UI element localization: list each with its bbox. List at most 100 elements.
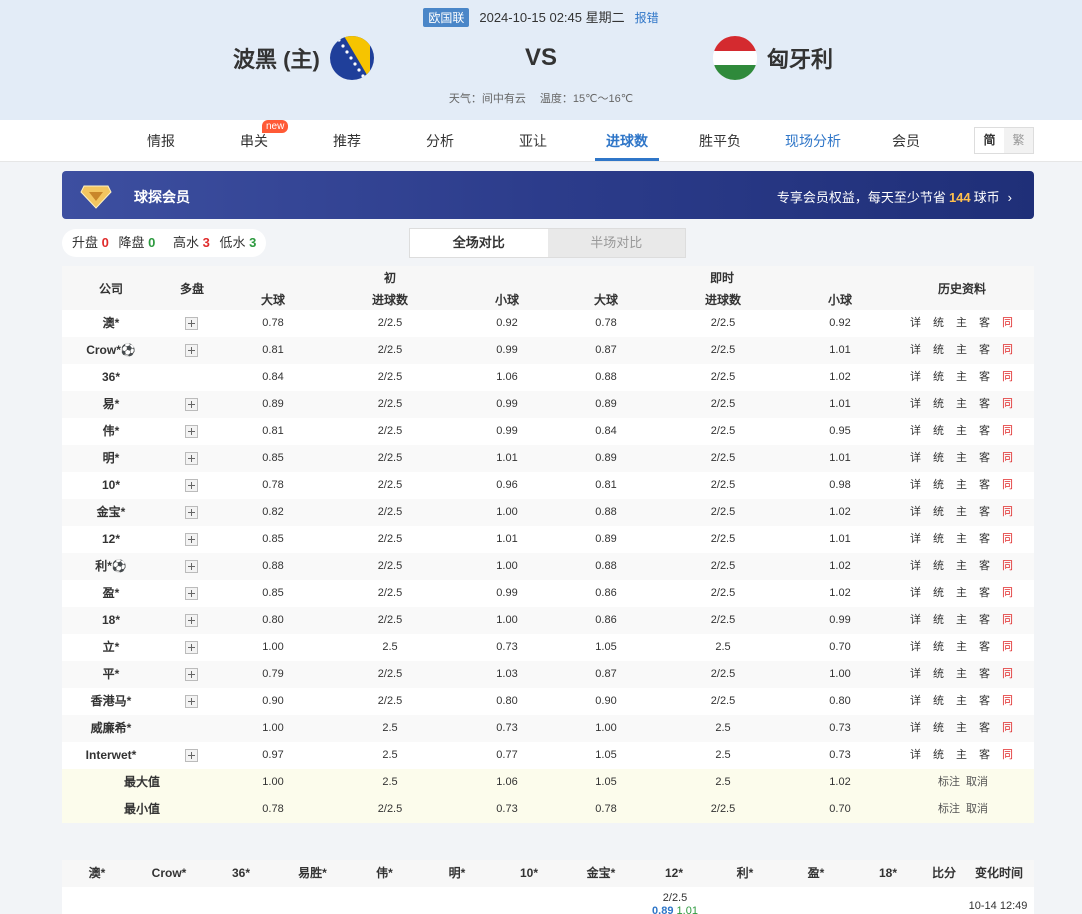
history-link[interactable]: 主 bbox=[950, 661, 973, 688]
history-link[interactable]: 详 bbox=[904, 688, 927, 715]
history-link[interactable]: 同 bbox=[996, 499, 1019, 526]
history-link[interactable]: 统 bbox=[927, 391, 950, 418]
report-error-link[interactable]: 报错 bbox=[635, 11, 659, 25]
history-link[interactable]: 主 bbox=[950, 742, 973, 769]
company-name[interactable]: 平* bbox=[62, 661, 160, 688]
cancel-link[interactable]: 取消 bbox=[966, 803, 988, 815]
history-link[interactable]: 客 bbox=[973, 337, 996, 364]
history-link[interactable]: 同 bbox=[996, 715, 1019, 742]
history-link[interactable]: 主 bbox=[950, 499, 973, 526]
half-time-compare-button[interactable]: 半场对比 bbox=[548, 229, 686, 257]
history-link[interactable]: 详 bbox=[904, 391, 927, 418]
company-name[interactable]: 18* bbox=[62, 607, 160, 634]
company-name[interactable]: 12* bbox=[62, 526, 160, 553]
tab-live-analysis[interactable]: 现场分析 bbox=[781, 120, 845, 162]
history-link[interactable]: 主 bbox=[950, 553, 973, 580]
history-link[interactable]: 统 bbox=[927, 715, 950, 742]
history-link[interactable]: 客 bbox=[973, 418, 996, 445]
history-link[interactable]: 客 bbox=[973, 580, 996, 607]
history-link[interactable]: 客 bbox=[973, 391, 996, 418]
expand-plus-icon[interactable] bbox=[185, 533, 198, 546]
history-link[interactable]: 同 bbox=[996, 337, 1019, 364]
history-link[interactable]: 客 bbox=[973, 688, 996, 715]
history-link[interactable]: 客 bbox=[973, 445, 996, 472]
history-link[interactable]: 同 bbox=[996, 553, 1019, 580]
history-link[interactable]: 详 bbox=[904, 580, 927, 607]
company-name[interactable]: 明* bbox=[62, 445, 160, 472]
tab-intel[interactable]: 情报 bbox=[129, 120, 193, 162]
history-link[interactable]: 主 bbox=[950, 391, 973, 418]
history-link[interactable]: 详 bbox=[904, 310, 927, 337]
history-link[interactable]: 详 bbox=[904, 445, 927, 472]
history-link[interactable]: 详 bbox=[904, 715, 927, 742]
history-link[interactable]: 详 bbox=[904, 418, 927, 445]
company-name[interactable]: Interwet* bbox=[62, 742, 160, 769]
history-link[interactable]: 详 bbox=[904, 526, 927, 553]
history-link[interactable]: 详 bbox=[904, 553, 927, 580]
history-link[interactable]: 详 bbox=[904, 364, 927, 391]
history-link[interactable]: 同 bbox=[996, 391, 1019, 418]
history-link[interactable]: 统 bbox=[927, 364, 950, 391]
history-link[interactable]: 客 bbox=[973, 661, 996, 688]
expand-plus-icon[interactable] bbox=[185, 344, 198, 357]
tab-recommend[interactable]: 推荐 bbox=[315, 120, 379, 162]
history-link[interactable]: 统 bbox=[927, 472, 950, 499]
history-link[interactable]: 主 bbox=[950, 364, 973, 391]
history-link[interactable]: 主 bbox=[950, 310, 973, 337]
history-link[interactable]: 主 bbox=[950, 526, 973, 553]
history-link[interactable]: 统 bbox=[927, 526, 950, 553]
expand-plus-icon[interactable] bbox=[185, 317, 198, 330]
history-link[interactable]: 详 bbox=[904, 499, 927, 526]
history-link[interactable]: 主 bbox=[950, 418, 973, 445]
history-link[interactable]: 统 bbox=[927, 661, 950, 688]
history-link[interactable]: 同 bbox=[996, 526, 1019, 553]
history-link[interactable]: 统 bbox=[927, 445, 950, 472]
history-link[interactable]: 客 bbox=[973, 526, 996, 553]
company-name[interactable]: 10* bbox=[62, 472, 160, 499]
history-link[interactable]: 主 bbox=[950, 580, 973, 607]
cancel-link[interactable]: 取消 bbox=[966, 776, 988, 788]
history-link[interactable]: 同 bbox=[996, 310, 1019, 337]
tab-1x2[interactable]: 胜平负 bbox=[688, 120, 752, 162]
company-name[interactable]: 立* bbox=[62, 634, 160, 661]
history-link[interactable]: 详 bbox=[904, 472, 927, 499]
lang-traditional-button[interactable]: 繁 bbox=[1004, 128, 1033, 153]
history-link[interactable]: 统 bbox=[927, 688, 950, 715]
company-name[interactable]: 易* bbox=[62, 391, 160, 418]
company-name[interactable]: 香港马* bbox=[62, 688, 160, 715]
history-link[interactable]: 主 bbox=[950, 607, 973, 634]
history-link[interactable]: 客 bbox=[973, 553, 996, 580]
history-link[interactable]: 同 bbox=[996, 364, 1019, 391]
history-link[interactable]: 客 bbox=[973, 607, 996, 634]
expand-plus-icon[interactable] bbox=[185, 668, 198, 681]
company-name[interactable]: 金宝* bbox=[62, 499, 160, 526]
history-link[interactable]: 主 bbox=[950, 445, 973, 472]
history-link[interactable]: 统 bbox=[927, 337, 950, 364]
history-link[interactable]: 统 bbox=[927, 553, 950, 580]
expand-plus-icon[interactable] bbox=[185, 614, 198, 627]
expand-plus-icon[interactable] bbox=[185, 479, 198, 492]
company-name[interactable]: 澳* bbox=[62, 310, 160, 337]
history-link[interactable]: 客 bbox=[973, 742, 996, 769]
company-name[interactable]: 利*⚽ bbox=[62, 553, 160, 580]
history-link[interactable]: 统 bbox=[927, 634, 950, 661]
mark-link[interactable]: 标注 bbox=[938, 776, 960, 788]
history-link[interactable]: 同 bbox=[996, 472, 1019, 499]
history-link[interactable]: 统 bbox=[927, 499, 950, 526]
history-link[interactable]: 客 bbox=[973, 499, 996, 526]
expand-plus-icon[interactable] bbox=[185, 587, 198, 600]
history-link[interactable]: 详 bbox=[904, 661, 927, 688]
history-link[interactable]: 统 bbox=[927, 418, 950, 445]
expand-plus-icon[interactable] bbox=[185, 452, 198, 465]
history-link[interactable]: 主 bbox=[950, 634, 973, 661]
mark-link[interactable]: 标注 bbox=[938, 803, 960, 815]
history-link[interactable]: 同 bbox=[996, 607, 1019, 634]
full-time-compare-button[interactable]: 全场对比 bbox=[410, 229, 548, 257]
tab-analysis[interactable]: 分析 bbox=[408, 120, 472, 162]
history-link[interactable]: 同 bbox=[996, 580, 1019, 607]
history-link[interactable]: 主 bbox=[950, 715, 973, 742]
expand-plus-icon[interactable] bbox=[185, 695, 198, 708]
company-name[interactable]: 盈* bbox=[62, 580, 160, 607]
company-name[interactable]: 威廉希* bbox=[62, 715, 160, 742]
history-link[interactable]: 同 bbox=[996, 418, 1019, 445]
